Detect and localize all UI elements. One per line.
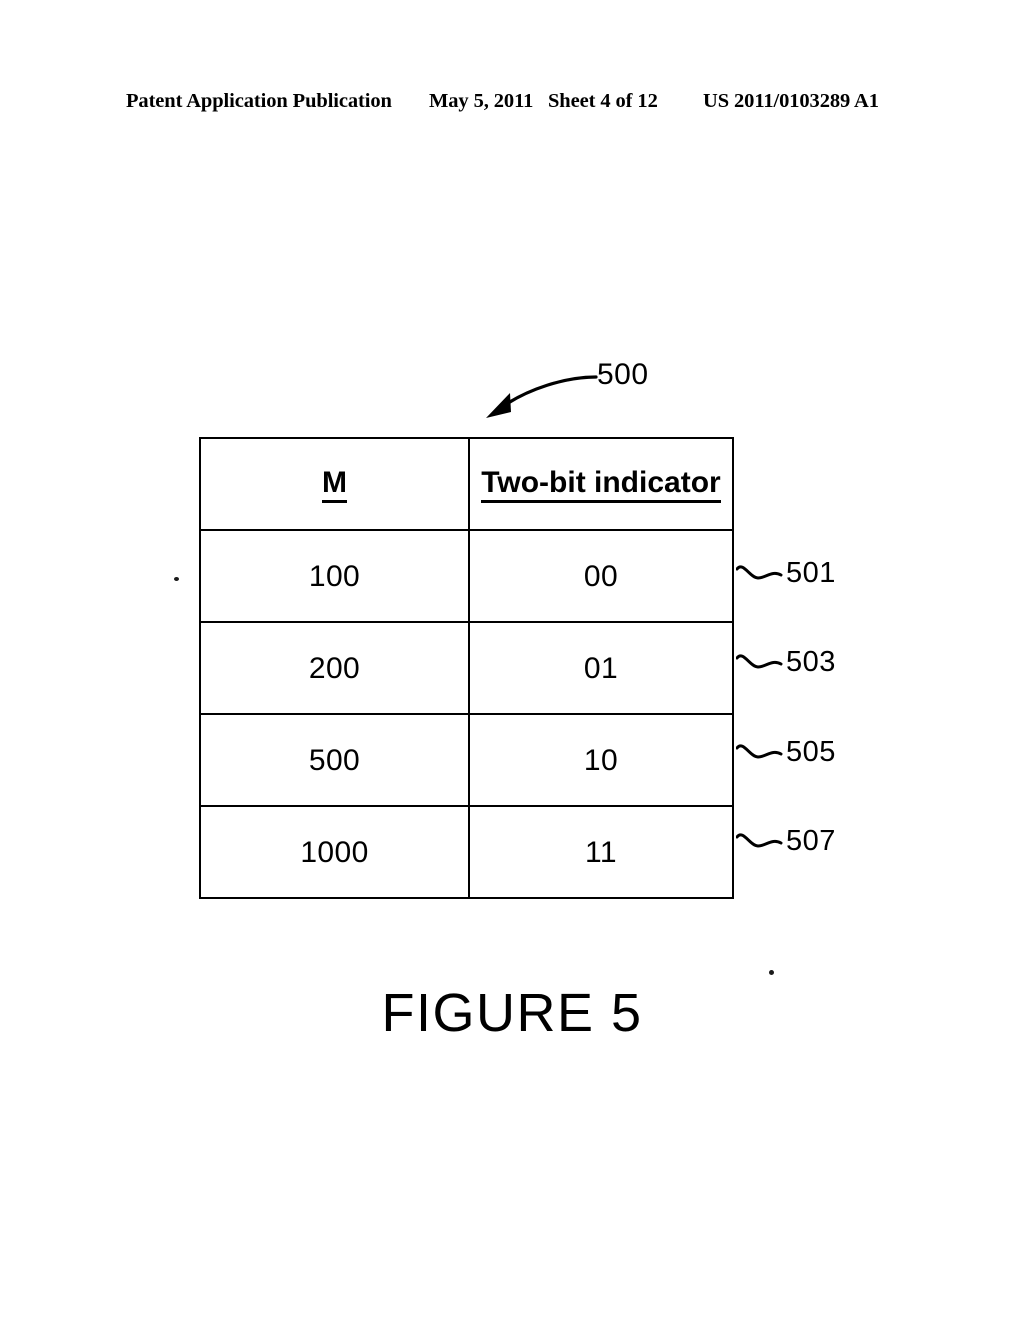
- scan-artifact-speck: [174, 577, 179, 581]
- column-header-m-label: M: [322, 466, 347, 503]
- scan-artifact-speck: [769, 970, 774, 975]
- cell-indicator-value: 01: [468, 621, 734, 715]
- figure-caption: FIGURE 5: [381, 983, 643, 1043]
- table-header-row: M Two-bit indicator: [199, 437, 734, 531]
- table-row: 500 10: [199, 713, 734, 807]
- curved-arrow-icon: [470, 360, 605, 422]
- squiggle-leader-icon: [735, 741, 784, 763]
- reference-numeral-507: 507: [735, 824, 896, 868]
- header-sheet-text: Sheet 4 of 12: [548, 90, 658, 112]
- cell-m-value: 100: [199, 529, 470, 623]
- cell-m-value: 200: [199, 621, 470, 715]
- column-header-two-bit-indicator-label: Two-bit indicator: [481, 466, 721, 503]
- cell-indicator-value: 11: [468, 805, 734, 899]
- reference-numeral-label: 507: [786, 825, 836, 857]
- page-header: Patent Application Publication May 5, 20…: [126, 86, 886, 116]
- figure-callout-500: 500: [597, 358, 649, 391]
- header-date-text: May 5, 2011: [429, 90, 534, 112]
- column-header-two-bit-indicator: Two-bit indicator: [468, 437, 734, 531]
- cell-indicator-value: 10: [468, 713, 734, 807]
- two-bit-indicator-table: M Two-bit indicator 100 00 200 01 500 10…: [199, 437, 734, 899]
- table-row: 1000 11: [199, 805, 734, 899]
- reference-numeral-501: 501: [735, 556, 896, 600]
- reference-numeral-503: 503: [735, 645, 896, 689]
- reference-numeral-505: 505: [735, 735, 896, 779]
- table-row: 200 01: [199, 621, 734, 715]
- squiggle-leader-icon: [735, 562, 784, 584]
- cell-m-value: 500: [199, 713, 470, 807]
- reference-numeral-label: 503: [786, 646, 836, 678]
- header-publication-text: Patent Application Publication: [126, 90, 392, 112]
- reference-numeral-label: 505: [786, 736, 836, 768]
- squiggle-leader-icon: [735, 830, 784, 852]
- cell-m-value: 1000: [199, 805, 470, 899]
- reference-numeral-label: 501: [786, 557, 836, 589]
- cell-indicator-value: 00: [468, 529, 734, 623]
- header-document-id-text: US 2011/0103289 A1: [703, 90, 879, 112]
- column-header-m: M: [199, 437, 470, 531]
- squiggle-leader-icon: [735, 651, 784, 673]
- table-row: 100 00: [199, 529, 734, 623]
